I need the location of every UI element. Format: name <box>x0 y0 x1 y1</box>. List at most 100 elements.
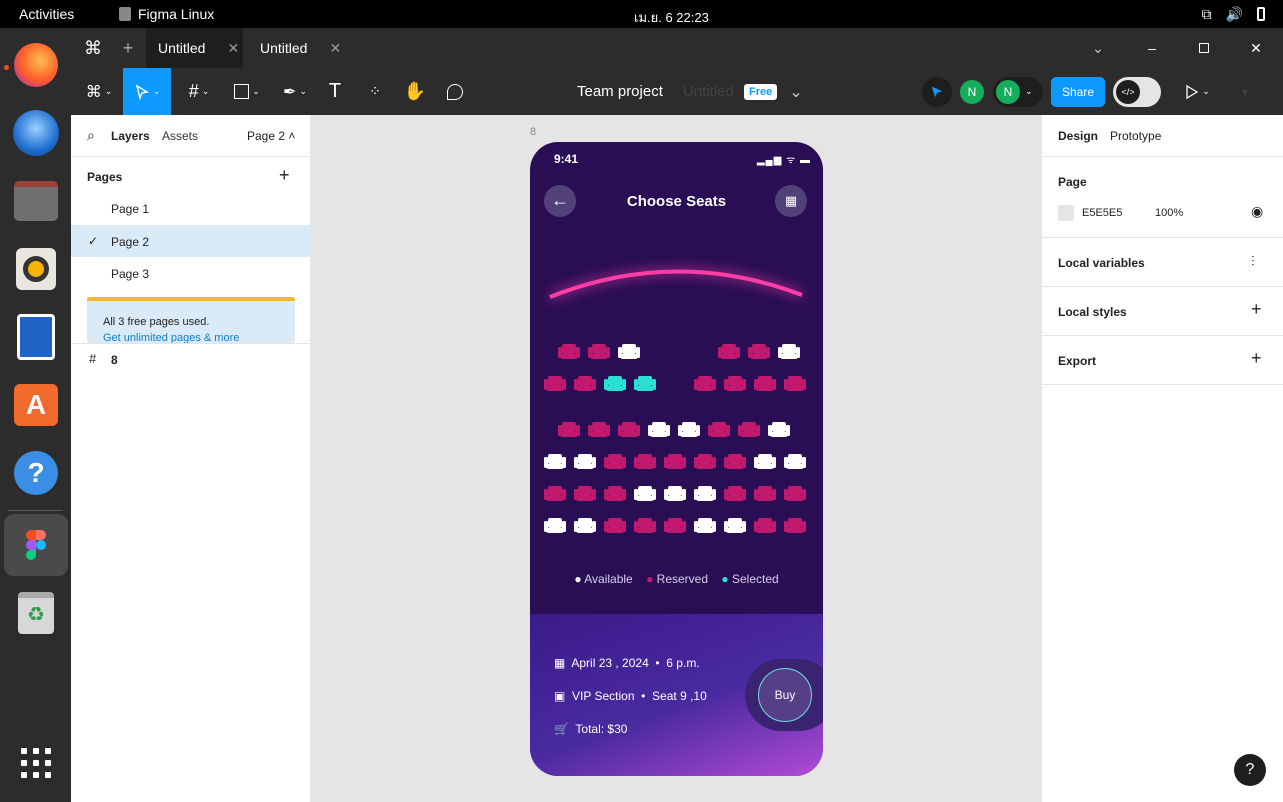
seat-selected[interactable] <box>604 375 626 392</box>
seat-available[interactable] <box>754 453 776 470</box>
seat-available[interactable] <box>648 421 670 438</box>
tabs-dropdown-icon[interactable]: ⌄ <box>1089 28 1107 68</box>
clock[interactable]: เม.ย. 6 22:23 <box>634 7 709 28</box>
seat-reserved[interactable] <box>754 485 776 502</box>
frame-label[interactable]: 8 <box>530 126 536 138</box>
seat-reserved[interactable] <box>784 517 806 534</box>
help-icon[interactable]: ? <box>11 448 61 498</box>
seat-reserved[interactable] <box>604 485 626 502</box>
search-icon[interactable]: ⌕ <box>87 127 95 144</box>
avatar-multiplayer[interactable]: N ⌄ <box>993 68 1043 115</box>
seat-reserved[interactable] <box>604 453 626 470</box>
dev-mode-toggle[interactable]: </> <box>1113 68 1161 115</box>
pen-tool-icon[interactable]: ✒ ⌄ <box>275 68 315 115</box>
seat-available[interactable] <box>618 343 640 360</box>
frame-tool-icon[interactable]: # ⌄ <box>179 68 219 115</box>
seat-available[interactable] <box>574 517 596 534</box>
help-button[interactable]: ? <box>1234 754 1266 786</box>
activities-button[interactable]: Activities <box>19 6 74 22</box>
seat-selected[interactable] <box>634 375 656 392</box>
minimize-icon[interactable]: – <box>1143 28 1161 68</box>
page-item-1[interactable]: Page 1 <box>71 193 311 223</box>
seat-reserved[interactable] <box>588 421 610 438</box>
seat-available[interactable] <box>574 453 596 470</box>
app-menu[interactable]: Figma Linux <box>119 6 214 22</box>
file-name[interactable]: Untitled <box>683 68 734 115</box>
main-menu-icon[interactable]: ⌘ ⌄ <box>79 68 119 115</box>
firefox-icon[interactable] <box>11 40 61 90</box>
seat-available[interactable] <box>664 485 686 502</box>
project-name[interactable]: Team project <box>577 68 663 115</box>
text-tool-icon[interactable]: T <box>323 68 347 115</box>
seat-reserved[interactable] <box>558 343 580 360</box>
seat-reserved[interactable] <box>738 421 760 438</box>
seat-available[interactable] <box>544 517 566 534</box>
share-button[interactable]: Share <box>1050 68 1106 115</box>
add-page-icon[interactable]: + <box>279 165 290 186</box>
seat-reserved[interactable] <box>694 453 716 470</box>
resources-icon[interactable]: ⁘ <box>363 68 387 115</box>
seat-reserved[interactable] <box>544 485 566 502</box>
seat-available[interactable] <box>768 421 790 438</box>
color-swatch[interactable] <box>1058 205 1074 221</box>
seat-reserved[interactable] <box>664 453 686 470</box>
app-center-icon[interactable]: A <box>11 380 61 430</box>
seat-reserved[interactable] <box>694 375 716 392</box>
seat-reserved[interactable] <box>634 453 656 470</box>
page-item-2-selected[interactable]: ✓ Page 2 <box>71 225 311 257</box>
seat-reserved[interactable] <box>618 421 640 438</box>
writer-icon[interactable] <box>11 312 61 362</box>
cursor-follow-icon[interactable] <box>921 68 953 115</box>
seat-reserved[interactable] <box>754 375 776 392</box>
page-selector[interactable]: Page 2 ˄ <box>247 129 295 143</box>
eye-icon[interactable]: ◉ <box>1251 203 1263 220</box>
tab-design[interactable]: Design <box>1058 129 1098 143</box>
seat-reserved[interactable] <box>574 485 596 502</box>
seat-reserved[interactable] <box>708 421 730 438</box>
seat-available[interactable] <box>694 485 716 502</box>
shape-tool-icon[interactable]: ⌄ <box>227 68 267 115</box>
seat-reserved[interactable] <box>664 517 686 534</box>
seat-available[interactable] <box>634 485 656 502</box>
seat-reserved[interactable] <box>558 421 580 438</box>
files-icon[interactable] <box>11 176 61 226</box>
seat-reserved[interactable] <box>748 343 770 360</box>
seat-reserved[interactable] <box>574 375 596 392</box>
figma-home-icon[interactable]: ⌘ <box>81 28 105 68</box>
tab-prototype[interactable]: Prototype <box>1110 129 1161 143</box>
seat-available[interactable] <box>778 343 800 360</box>
seat-reserved[interactable] <box>724 485 746 502</box>
buy-button[interactable]: Buy <box>758 668 812 722</box>
seat-available[interactable] <box>724 517 746 534</box>
comment-tool-icon[interactable] <box>443 68 467 115</box>
system-tray[interactable]: ⧉ 🔊 <box>1202 6 1265 23</box>
tab-layers[interactable]: Layers <box>111 129 150 143</box>
new-tab-icon[interactable]: + <box>119 28 137 68</box>
seat-available[interactable] <box>544 453 566 470</box>
seat-reserved[interactable] <box>754 517 776 534</box>
bg-hex-input[interactable]: E5E5E5 <box>1082 207 1122 219</box>
close-window-icon[interactable]: ✕ <box>1247 28 1265 68</box>
tab-assets[interactable]: Assets <box>162 129 198 143</box>
trash-icon[interactable]: ♻ <box>11 588 61 638</box>
thunderbird-icon[interactable] <box>11 108 61 158</box>
hand-tool-icon[interactable]: ✋ <box>403 68 427 115</box>
seat-reserved[interactable] <box>784 375 806 392</box>
file-menu-chevron-icon[interactable]: ⌄ <box>788 68 804 115</box>
seat-available[interactable] <box>784 453 806 470</box>
present-icon[interactable]: ⌄ <box>1183 68 1213 115</box>
show-apps-icon[interactable] <box>11 738 61 788</box>
figma-icon[interactable] <box>11 520 61 570</box>
zoom-dropdown[interactable]: ▾ <box>1225 68 1265 115</box>
bg-opacity-input[interactable]: 100% <box>1155 207 1183 219</box>
calendar-button[interactable]: ▦ <box>775 185 807 217</box>
add-export-icon[interactable]: + <box>1251 348 1262 369</box>
close-tab-icon[interactable]: ✕ <box>329 40 341 57</box>
seat-reserved[interactable] <box>784 485 806 502</box>
close-tab-icon[interactable]: ✕ <box>227 40 239 57</box>
layer-frame-8[interactable]: # 8 <box>71 349 311 371</box>
tab-untitled-active[interactable]: Untitled ✕ <box>146 28 243 68</box>
seat-reserved[interactable] <box>718 343 740 360</box>
seat-reserved[interactable] <box>724 453 746 470</box>
seat-reserved[interactable] <box>604 517 626 534</box>
